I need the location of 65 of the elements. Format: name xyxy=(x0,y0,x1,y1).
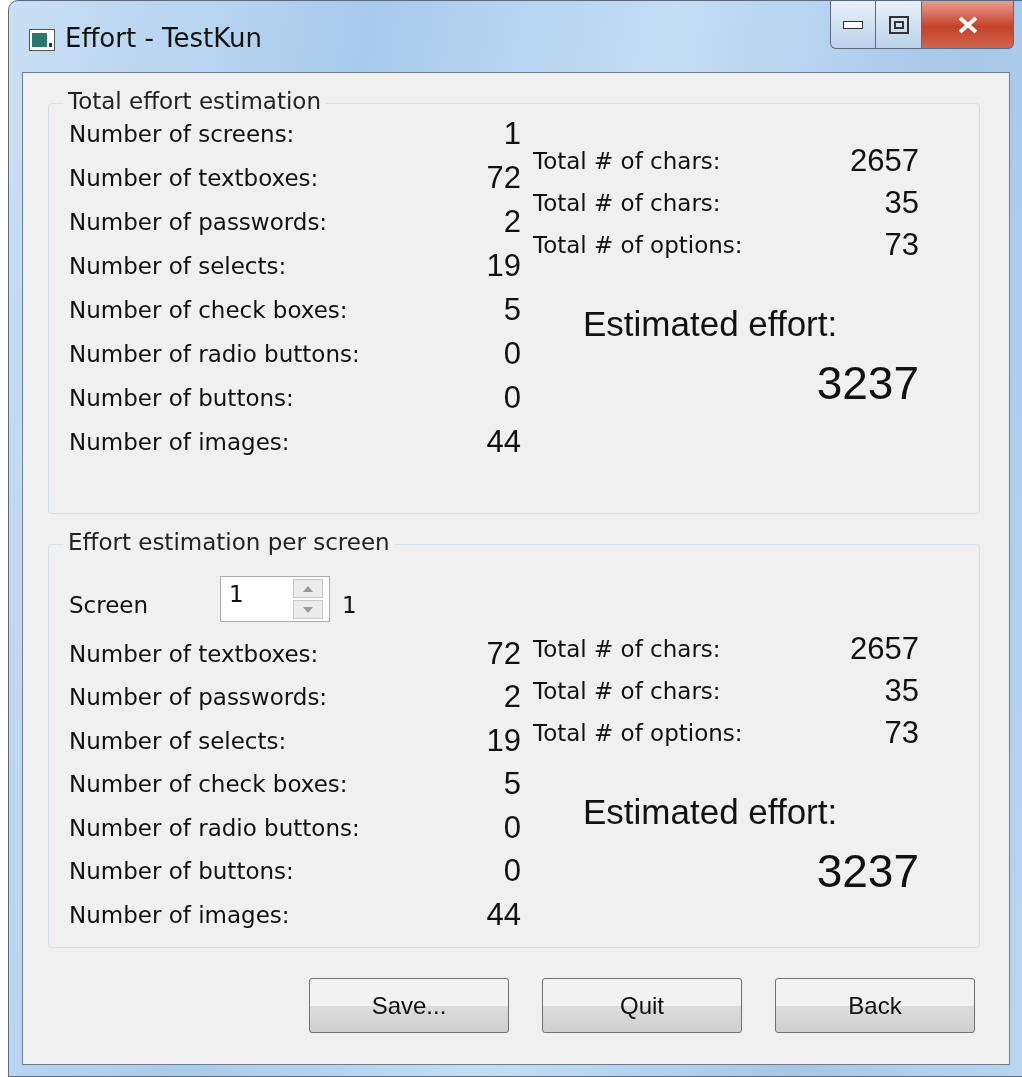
screen-count: 1 xyxy=(342,592,357,618)
app-icon xyxy=(29,29,55,51)
count-label: Number of radio buttons: xyxy=(69,341,360,367)
count-value: 1 xyxy=(503,116,521,152)
count-label: Number of selects: xyxy=(69,727,287,754)
count-label: Number of textboxes: xyxy=(69,640,319,667)
maximize-button[interactable] xyxy=(876,1,922,49)
count-value: 2 xyxy=(503,204,521,240)
count-value: 0 xyxy=(503,809,521,846)
total-value: 2657 xyxy=(850,631,919,667)
estimated-effort-value: 3237 xyxy=(816,356,919,410)
down-arrow-icon xyxy=(303,606,314,613)
total-value: 73 xyxy=(884,715,919,751)
count-label: Number of textboxes: xyxy=(69,165,319,191)
count-label: Number of images: xyxy=(69,429,290,455)
count-value: 0 xyxy=(503,380,521,416)
screen-spinbox[interactable]: 1 xyxy=(220,576,331,622)
dialog-button[interactable]: Save... xyxy=(309,978,509,1033)
count-value: 5 xyxy=(503,292,521,328)
total-value: 35 xyxy=(884,185,919,221)
total-label: Total # of options: xyxy=(533,720,743,746)
estimated-effort-value: 3237 xyxy=(816,844,919,898)
count-value: 19 xyxy=(486,248,521,284)
count-label: Number of passwords: xyxy=(69,209,328,235)
window-title: Effort - TestKun xyxy=(65,23,262,53)
dialog-button[interactable]: Back xyxy=(775,978,975,1033)
total-value: 2657 xyxy=(850,143,919,179)
count-value: 72 xyxy=(486,635,521,672)
group-title: Effort estimation per screen xyxy=(63,529,395,555)
count-label: Number of images: xyxy=(69,901,290,928)
count-value: 5 xyxy=(503,766,521,803)
total-value: 73 xyxy=(884,227,919,263)
count-label: Number of check boxes: xyxy=(69,297,348,323)
close-icon xyxy=(956,15,979,34)
count-value: 44 xyxy=(486,896,521,933)
total-value: 35 xyxy=(884,673,919,709)
dialog-button[interactable]: Quit xyxy=(542,978,742,1033)
count-value: 2 xyxy=(503,679,521,716)
minimize-button[interactable] xyxy=(830,1,876,49)
up-arrow-icon xyxy=(303,585,314,592)
estimated-effort-label: Estimated effort: xyxy=(583,792,839,832)
count-value: 0 xyxy=(503,853,521,890)
count-value: 0 xyxy=(503,336,521,372)
count-label: Number of buttons: xyxy=(69,385,294,411)
spin-down-button[interactable] xyxy=(293,600,324,619)
count-label: Number of buttons: xyxy=(69,858,294,885)
spin-up-button[interactable] xyxy=(293,579,324,598)
total-label: Total # of chars: xyxy=(533,678,721,704)
count-label: Number of radio buttons: xyxy=(69,814,360,841)
total-label: Total # of chars: xyxy=(533,148,721,174)
count-label: Number of passwords: xyxy=(69,684,328,711)
count-label: Number of selects: xyxy=(69,253,287,279)
estimated-effort-label: Estimated effort: xyxy=(583,304,839,344)
count-label: Number of screens: xyxy=(69,121,295,147)
count-label: Number of check boxes: xyxy=(69,771,348,798)
close-button[interactable] xyxy=(922,1,1014,49)
count-value: 44 xyxy=(486,424,521,460)
total-label: Total # of options: xyxy=(533,232,743,258)
minimize-icon xyxy=(843,20,863,29)
count-value: 72 xyxy=(486,160,521,196)
count-value: 19 xyxy=(486,722,521,759)
total-label: Total # of chars: xyxy=(533,636,721,662)
restore-icon xyxy=(888,15,909,34)
screen-label: Screen xyxy=(69,592,149,618)
total-label: Total # of chars: xyxy=(533,190,721,216)
